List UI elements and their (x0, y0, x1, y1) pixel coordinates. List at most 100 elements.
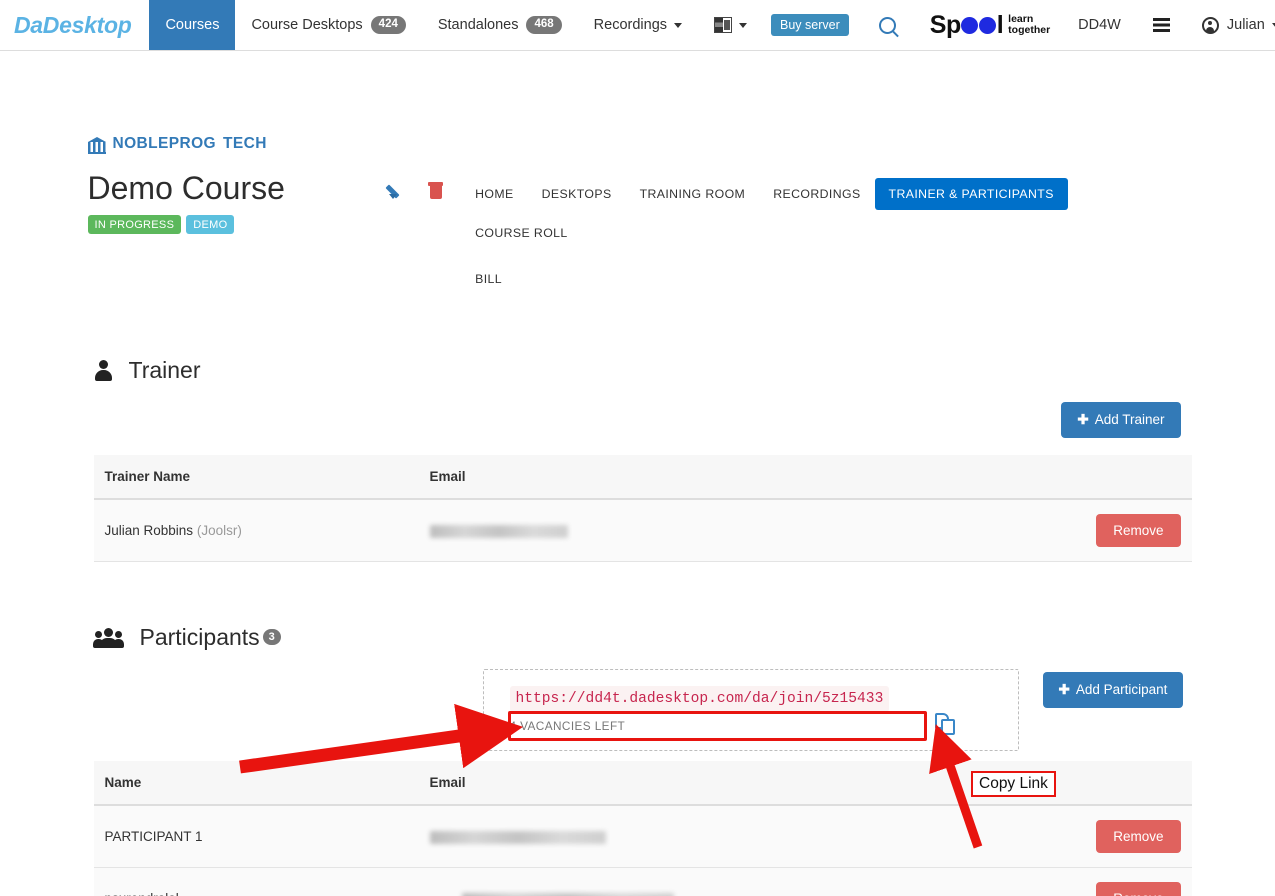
table-row: PARTICIPANT 1 Remove (93, 805, 1192, 868)
column-trainer-name: Trainer Name (93, 455, 419, 500)
nav-item-standalones[interactable]: Standalones 468 (422, 0, 578, 50)
trainer-section-header: Trainer (88, 357, 1188, 384)
trainer-alias: (Joolsr) (196, 523, 242, 538)
remove-participant-button[interactable]: Remove (1096, 820, 1181, 853)
table-header-row: Trainer Name Email (93, 455, 1192, 500)
breadcrumb[interactable]: NOBLEPROG TECH (87, 135, 1188, 154)
participants-section-title: Participants 3 (140, 624, 281, 651)
tab-bill[interactable]: BILL (461, 263, 516, 295)
tagline-line-2: together (1008, 24, 1051, 36)
user-name-label: Julian (1226, 17, 1265, 33)
add-participant-container: ✚ Add Participant (1042, 672, 1184, 708)
trainer-actions-cell: Remove (941, 499, 1192, 562)
course-tabs: HOME DESKTOPS TRAINING ROOM RECORDINGS T… (461, 170, 1187, 295)
join-url-text[interactable]: https://dd4t.dadesktop.com/da/join/5z154… (509, 686, 890, 712)
nav-badge-count: 424 (370, 16, 406, 34)
add-participant-label: Add Participant (1075, 682, 1168, 697)
page-title: Demo Course (87, 170, 285, 206)
server-label-text: DD4W (1078, 17, 1121, 33)
add-trainer-label: Add Trainer (1094, 412, 1165, 427)
nav-item-course-desktops[interactable]: Course Desktops 424 (235, 0, 421, 50)
plus-icon: ✚ (1077, 412, 1089, 427)
join-link-inner: https://dd4t.dadesktop.com/da/join/5z154… (509, 686, 890, 733)
nav-item-label: Course Desktops (251, 17, 363, 33)
breadcrumb-team[interactable]: TECH (223, 135, 267, 153)
vacancies-text: 4 VACANCIES LEFT (509, 719, 626, 733)
chevron-down-icon (674, 22, 683, 28)
course-actions (388, 170, 444, 200)
buy-server-button[interactable]: Buy server (771, 14, 849, 36)
trainer-action-row: ✚ Add Trainer (88, 402, 1188, 438)
trainer-email-cell (418, 499, 942, 562)
spool-text-end: l (996, 10, 1004, 39)
breadcrumb-org[interactable]: NOBLEPROG (113, 135, 217, 153)
column-actions (941, 455, 1192, 500)
participant-name: PARTICIPANT 1 (104, 829, 203, 844)
add-participant-button[interactable]: ✚ Add Participant (1042, 672, 1184, 708)
join-link-box: https://dd4t.dadesktop.com/da/join/5z154… (482, 669, 1019, 751)
app-logo[interactable]: DaDesktop (0, 0, 149, 50)
spool-text-start: Sp (929, 10, 961, 39)
annotation-copy-link-label: Copy Link (971, 771, 1056, 797)
list-icon (1152, 18, 1170, 32)
table-row: psurendralal Remove (93, 867, 1192, 896)
tab-recordings[interactable]: RECORDINGS (759, 178, 874, 210)
person-icon (94, 359, 113, 382)
redacted-email (429, 830, 606, 844)
nav-badge-count: 468 (526, 16, 562, 34)
course-title-block: Demo Course IN PROGRESS DEMO (87, 170, 367, 234)
tab-desktops[interactable]: DESKTOPS (528, 178, 626, 210)
add-trainer-button[interactable]: ✚ Add Trainer (1061, 402, 1181, 438)
participants-count-badge: 3 (262, 629, 281, 645)
server-label[interactable]: DD4W (1062, 0, 1137, 50)
top-navigation-bar: DaDesktop Courses Course Desktops 424 St… (0, 0, 1275, 51)
trainer-name-cell: Julian Robbins (Joolsr) (93, 499, 419, 562)
spool-tagline: learn together (1008, 14, 1050, 36)
trainer-table-head: Trainer Name Email (93, 455, 1192, 500)
trainer-name: Julian Robbins (104, 523, 194, 538)
participant-email-cell (418, 805, 942, 868)
user-menu[interactable]: Julian (1186, 0, 1275, 50)
buy-server-container: Buy server (763, 0, 857, 50)
column-email: Email (418, 761, 942, 806)
participant-actions-cell: Remove (941, 805, 1192, 868)
search-icon (878, 16, 896, 34)
participant-name: psurendralal (105, 891, 179, 896)
redacted-email (429, 524, 568, 538)
search-button[interactable] (857, 0, 918, 50)
participant-name-cell: psurendralal (93, 867, 419, 896)
nav-item-label: Standalones (437, 17, 519, 33)
spool-dot-icon (979, 16, 997, 34)
remove-participant-button[interactable]: Remove (1096, 882, 1181, 896)
participant-name-cell: PARTICIPANT 1 (93, 805, 419, 868)
status-badge-in-progress: IN PROGRESS (87, 215, 182, 234)
column-name: Name (93, 761, 419, 806)
tab-home[interactable]: HOME (461, 178, 528, 210)
avatar-icon (1201, 16, 1219, 34)
nav-item-courses[interactable]: Courses (149, 0, 236, 50)
spool-wordmark: Sp l (929, 10, 1004, 40)
tab-training-room[interactable]: TRAINING ROOM (626, 178, 760, 210)
table-row: Julian Robbins (Joolsr) Remove (93, 499, 1192, 562)
remove-trainer-button[interactable]: Remove (1096, 514, 1181, 547)
participants-section-header: Participants 3 (88, 624, 1188, 651)
participant-email-cell (418, 867, 942, 896)
trainer-section-title: Trainer (128, 357, 201, 383)
nav-item-label: Recordings (593, 17, 668, 33)
copy-icon[interactable] (935, 713, 957, 737)
tab-course-roll[interactable]: COURSE ROLL (461, 217, 582, 249)
bank-icon (87, 136, 106, 154)
spool-logo: Sp l learn together (918, 0, 1062, 50)
participants-title-text: Participants (139, 624, 260, 650)
tab-trainer-participants[interactable]: TRAINER & PARTICIPANTS (874, 178, 1068, 210)
language-selector[interactable] (698, 0, 763, 50)
page-body: NOBLEPROG TECH Demo Course IN PROGRESS D… (0, 135, 1275, 896)
pencil-icon[interactable] (388, 182, 406, 200)
chevron-down-icon (739, 22, 748, 28)
trash-icon[interactable] (428, 182, 444, 200)
course-header-row: Demo Course IN PROGRESS DEMO HOME DESKTO… (87, 170, 1188, 295)
people-icon (92, 627, 124, 649)
list-menu-button[interactable] (1137, 0, 1186, 50)
plus-icon: ✚ (1058, 682, 1070, 697)
nav-item-recordings[interactable]: Recordings (578, 0, 698, 50)
